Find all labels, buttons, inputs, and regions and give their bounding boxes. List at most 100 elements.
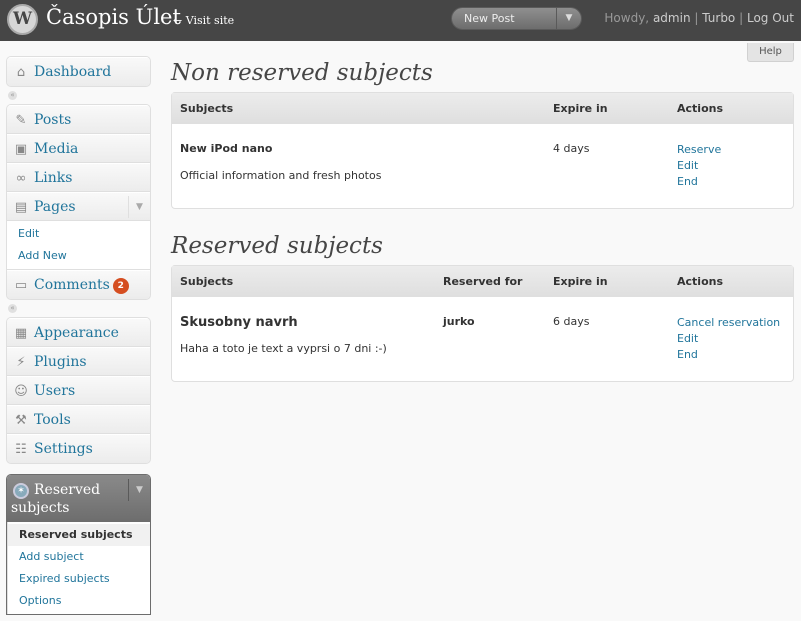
submenu-item-edit[interactable]: Edit — [7, 223, 150, 245]
menu-item-plugins[interactable]: ⚡ Plugins — [7, 347, 150, 376]
submenu-item-options[interactable]: Options — [8, 590, 150, 612]
logout-link[interactable]: Log Out — [747, 11, 794, 25]
users-icon: ☺ — [14, 384, 28, 399]
menu-item-label: Pages — [34, 199, 76, 215]
chevron-down-icon[interactable]: ▼ — [128, 479, 150, 501]
menu-group-content: ✎ Posts ▣ Media ∞ Links ▤ Pages ▼ Edit A… — [6, 104, 151, 300]
settings-icon: ☷ — [15, 442, 27, 457]
reserved-heading: Reserved subjects — [171, 233, 383, 259]
submenu-item-reserved-subjects[interactable]: Reserved subjects — [8, 524, 150, 546]
menu-item-label: Posts — [34, 112, 72, 128]
menu-item-label: Appearance — [34, 325, 119, 341]
end-link[interactable]: End — [677, 347, 785, 363]
submenu-item-add-new[interactable]: Add New — [7, 245, 150, 267]
menu-item-label: Tools — [34, 412, 71, 428]
admin-menu: ⌂ Dashboard « ✎ Posts ▣ Media ∞ Links ▤ … — [6, 56, 151, 615]
column-header-reserved-for: Reserved for — [435, 266, 545, 297]
chevron-down-icon[interactable]: ▼ — [556, 8, 581, 29]
menu-item-label: Links — [34, 170, 73, 186]
menu-item-comments[interactable]: ▭ Comments 2 — [7, 270, 150, 299]
admin-header: W Časopis Úlet ← Visit site New Post ▼ H… — [0, 0, 801, 41]
menu-item-appearance[interactable]: ▦ Appearance — [7, 318, 150, 347]
menu-group-reserved-subjects: ✶ Reserved subjects ▼ Reserved subjects … — [6, 474, 151, 615]
menu-item-label: Plugins — [34, 354, 87, 370]
end-link[interactable]: End — [677, 174, 785, 190]
subject-title: Skusobny navrh — [180, 315, 298, 330]
subject-cell: Skusobny navrh Haha a toto je text a vyp… — [172, 297, 435, 381]
column-header-subjects: Subjects — [172, 266, 435, 297]
reserved-table: Subjects Reserved for Expire in Actions … — [171, 265, 794, 382]
howdy-text: Howdy, — [604, 11, 650, 25]
wordpress-logo-icon: W — [7, 4, 38, 35]
menu-item-settings[interactable]: ☷ Settings — [7, 434, 150, 463]
reserved-subjects-submenu: Reserved subjects Add subject Expired su… — [7, 522, 150, 614]
reserved-for-cell: jurko — [443, 315, 475, 328]
user-info: Howdy, admin | Turbo | Log Out — [604, 11, 794, 25]
expire-cell: 4 days — [553, 142, 590, 155]
menu-item-media[interactable]: ▣ Media — [7, 134, 150, 163]
menu-item-label: Media — [34, 141, 79, 157]
subject-title: New iPod nano — [180, 142, 273, 155]
tools-icon: ⚒ — [15, 413, 27, 428]
collapse-icon[interactable]: « — [8, 304, 17, 313]
profile-link[interactable]: admin — [653, 11, 691, 25]
menu-item-links[interactable]: ∞ Links — [7, 163, 150, 192]
reserve-link[interactable]: Reserve — [677, 142, 785, 158]
link-icon: ∞ — [15, 171, 27, 186]
submenu-item-add-subject[interactable]: Add subject — [8, 546, 150, 568]
non-reserved-heading: Non reserved subjects — [171, 60, 433, 86]
subject-description: Official information and fresh photos — [180, 169, 382, 182]
menu-group-dashboard: ⌂ Dashboard — [6, 56, 151, 87]
menu-separator[interactable]: « — [6, 87, 151, 104]
column-header-subjects: Subjects — [172, 93, 545, 124]
submenu-item-expired-subjects[interactable]: Expired subjects — [8, 568, 150, 590]
subject-cell: New iPod nano Official information and f… — [172, 124, 545, 208]
separator: | — [694, 11, 699, 25]
chevron-down-icon[interactable]: ▼ — [128, 196, 150, 218]
edit-link[interactable]: Edit — [677, 158, 785, 174]
menu-item-tools[interactable]: ⚒ Tools — [7, 405, 150, 434]
page-icon: ▤ — [14, 200, 28, 215]
menu-item-dashboard[interactable]: ⌂ Dashboard — [7, 57, 150, 86]
edit-link[interactable]: Edit — [677, 331, 785, 347]
visit-site-link[interactable]: ← Visit site — [173, 14, 234, 27]
menu-item-posts[interactable]: ✎ Posts — [7, 105, 150, 134]
table-row: Skusobny navrh Haha a toto je text a vyp… — [172, 297, 793, 381]
menu-item-label: Dashboard — [34, 64, 112, 80]
collapse-icon[interactable]: « — [8, 91, 17, 100]
pages-submenu: Edit Add New — [7, 221, 150, 270]
menu-item-reserved-subjects[interactable]: ✶ Reserved subjects ▼ — [7, 475, 150, 522]
media-icon: ▣ — [14, 142, 28, 157]
column-header-expire: Expire in — [545, 266, 669, 297]
table-row: New iPod nano Official information and f… — [172, 124, 793, 208]
expire-cell: 6 days — [553, 315, 590, 328]
main-content: Non reserved subjects Subjects Expire in… — [171, 56, 794, 402]
actions-cell: Cancel reservation Edit End — [669, 297, 793, 381]
separator: | — [739, 11, 744, 25]
menu-item-pages[interactable]: ▤ Pages ▼ — [7, 192, 150, 221]
turbo-link[interactable]: Turbo — [702, 11, 735, 25]
menu-item-label: Comments 2 — [34, 277, 129, 295]
column-header-actions: Actions — [669, 93, 793, 124]
menu-separator[interactable]: « — [6, 300, 151, 317]
menu-item-label: Users — [34, 383, 76, 399]
site-title[interactable]: Časopis Úlet — [46, 5, 181, 29]
menu-item-label: Settings — [34, 441, 93, 457]
non-reserved-table: Subjects Expire in Actions New iPod nano… — [171, 92, 794, 209]
menu-item-label: Reserved subjects — [11, 482, 101, 516]
comment-count-badge: 2 — [112, 278, 129, 294]
cancel-reservation-link[interactable]: Cancel reservation — [677, 315, 785, 331]
actions-cell: Reserve Edit End — [669, 124, 793, 208]
pin-icon: ✎ — [15, 113, 27, 128]
menu-group-settings: ▦ Appearance ⚡ Plugins ☺ Users ⚒ Tools ☷… — [6, 317, 151, 464]
appearance-icon: ▦ — [14, 326, 28, 341]
menu-item-users[interactable]: ☺ Users — [7, 376, 150, 405]
new-post-button[interactable]: New Post — [464, 12, 515, 25]
favorite-actions[interactable]: New Post ▼ — [451, 7, 582, 30]
subject-description: Haha a toto je text a vyprsi o 7 dni :-) — [180, 342, 387, 355]
comment-icon: ▭ — [14, 278, 28, 293]
column-header-actions: Actions — [669, 266, 793, 297]
plugin-icon: ⚡ — [16, 355, 26, 370]
column-header-expire: Expire in — [545, 93, 669, 124]
home-icon: ⌂ — [16, 65, 26, 80]
